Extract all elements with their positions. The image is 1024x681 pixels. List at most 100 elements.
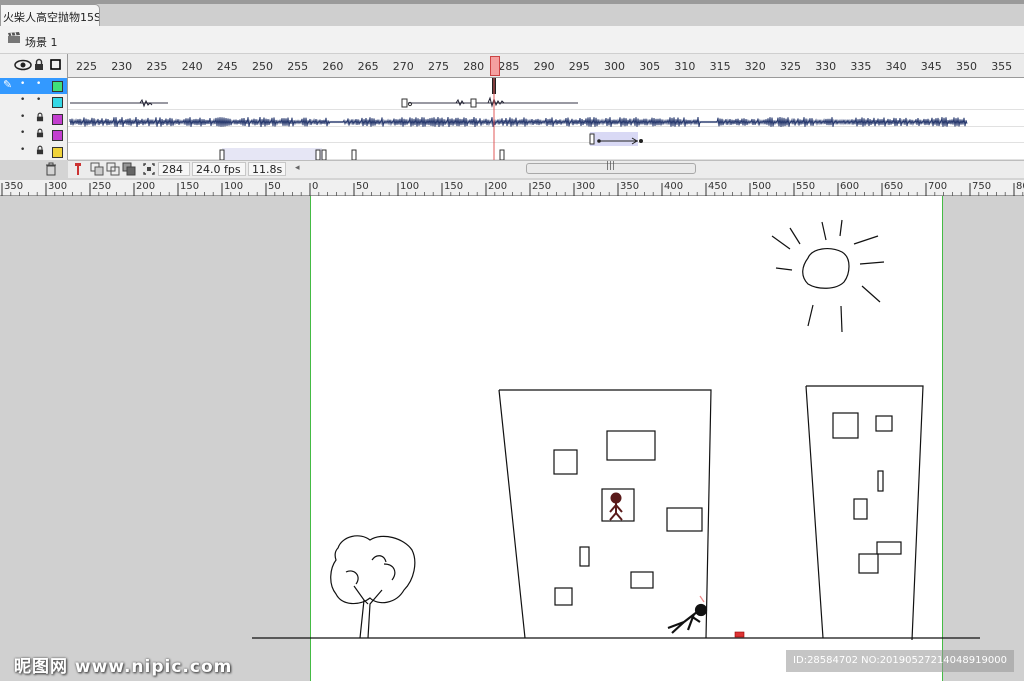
frame-number-label: 240 — [181, 60, 203, 73]
fallen-stickman — [667, 603, 708, 634]
layer-header[interactable]: • — [0, 110, 68, 127]
layer-header[interactable]: • • ✎ — [0, 78, 68, 94]
layer-color-swatch[interactable] — [52, 81, 63, 92]
ruler-label: 100 — [224, 181, 244, 192]
frame-number-label: 335 — [850, 60, 872, 73]
ruler-label: 300 — [48, 181, 68, 192]
layer-header[interactable]: • — [0, 143, 68, 160]
tree-drawing — [330, 535, 416, 639]
ruler-label: 700 — [928, 181, 948, 192]
lock-icon[interactable] — [34, 58, 44, 71]
frame-number-label: 355 — [991, 60, 1013, 73]
layer-color-swatch[interactable] — [52, 113, 63, 125]
eye-icon[interactable] — [14, 59, 32, 71]
outline-icon[interactable] — [50, 59, 61, 70]
timeline-frames[interactable] — [68, 78, 1024, 160]
frame-number-label: 285 — [498, 60, 520, 73]
document-tab[interactable]: 火柴人高空抛物15S* — [0, 4, 100, 26]
frame-number-label: 245 — [216, 60, 238, 73]
frame-number-label: 345 — [920, 60, 942, 73]
frame-number-label: 330 — [815, 60, 837, 73]
scene-bar — [0, 26, 1024, 54]
layer-lock-icon[interactable] — [36, 112, 44, 125]
lock-dot-icon[interactable]: • — [36, 95, 41, 105]
watermark-id: ID:28584702 NO:20190527214048919000 — [786, 650, 1014, 672]
building-left — [498, 389, 712, 639]
edit-multiple-frames-icon[interactable] — [122, 162, 136, 176]
ruler-label: 750 — [972, 181, 992, 192]
visibility-dot-icon[interactable]: • — [20, 112, 25, 122]
scene-label[interactable]: 场景 1 — [25, 34, 58, 50]
visibility-dot-icon[interactable]: • — [20, 145, 25, 155]
building-right — [805, 385, 924, 641]
ruler-label: 250 — [92, 181, 112, 192]
frame-number-label: 310 — [674, 60, 696, 73]
ruler-label: 50 — [268, 181, 281, 192]
onion-skin-icon[interactable] — [90, 162, 104, 176]
frame-number-label: 265 — [357, 60, 379, 73]
frame-number-label: 275 — [428, 60, 449, 73]
current-frame-field[interactable]: 284 — [158, 162, 190, 176]
layer-header[interactable]: • • — [0, 94, 68, 111]
frame-number-label: 325 — [780, 60, 801, 73]
document-tab-bar — [0, 0, 1024, 26]
ruler-label: 550 — [796, 181, 816, 192]
pencil-icon: ✎ — [3, 78, 13, 91]
red-object — [734, 631, 745, 638]
frame-number-label: 260 — [322, 60, 344, 73]
frame-number-label: 340 — [885, 60, 907, 73]
layer-header[interactable]: • — [0, 127, 68, 144]
modify-markers-icon[interactable] — [142, 162, 156, 176]
ruler-label: 50 — [356, 181, 369, 192]
center-frame-icon[interactable] — [72, 162, 84, 176]
visibility-dot-icon[interactable]: • — [20, 79, 25, 89]
ruler-label: 600 — [840, 181, 860, 192]
clapperboard-icon[interactable] — [7, 32, 21, 44]
frame-number-label: 315 — [709, 60, 731, 73]
frame-number-label: 255 — [287, 60, 309, 73]
layer-color-swatch[interactable] — [52, 130, 63, 142]
ruler-label: 100 — [400, 181, 420, 192]
layer-lock-icon[interactable] — [36, 128, 44, 141]
layer-lock-icon[interactable] — [36, 145, 44, 158]
ruler-label: 300 — [576, 181, 596, 192]
ruler-label: 150 — [444, 181, 464, 192]
frame-number-label: 305 — [639, 60, 661, 73]
layer-color-swatch[interactable] — [52, 146, 63, 158]
visibility-dot-icon[interactable]: • — [20, 128, 25, 138]
ruler-label: 200 — [136, 181, 156, 192]
playhead-marker[interactable] — [490, 56, 500, 76]
stickman-in-window — [609, 492, 623, 521]
impact-mark — [699, 595, 705, 603]
lock-dot-icon[interactable]: • — [36, 79, 41, 89]
ruler-label: 500 — [752, 181, 772, 192]
frame-number-label: 235 — [146, 60, 168, 73]
ruler-label: 650 — [884, 181, 904, 192]
onion-skin-outline-icon[interactable] — [106, 162, 120, 176]
sun-drawing — [771, 219, 885, 333]
ruler-label: 450 — [708, 181, 728, 192]
scroll-left-arrow-icon[interactable]: ◂ — [295, 163, 300, 173]
ruler-label: 0 — [312, 181, 319, 192]
ruler-label: 250 — [532, 181, 552, 192]
frame-number-label: 295 — [568, 60, 590, 73]
layer-color-swatch[interactable] — [52, 97, 63, 109]
ruler-label: 80 — [1016, 181, 1024, 192]
frame-number-label: 270 — [392, 60, 414, 73]
ruler-label: 350 — [4, 181, 24, 192]
frame-number-label: 250 — [252, 60, 273, 73]
grip-icon: ||| — [606, 161, 616, 171]
stage-artwork[interactable] — [0, 196, 1024, 681]
trash-icon[interactable] — [44, 162, 58, 176]
frame-number-label: 350 — [956, 60, 977, 73]
frame-rate-field[interactable]: 24.0 fps — [192, 162, 246, 176]
ruler-label: 350 — [620, 181, 640, 192]
ruler-label: 150 — [180, 181, 200, 192]
frame-number-label: 320 — [744, 60, 766, 73]
watermark-logo: 昵图网 www.nipic.com — [14, 657, 233, 677]
ruler-label: 400 — [664, 181, 684, 192]
frame-number-label: 230 — [111, 60, 133, 73]
visibility-dot-icon[interactable]: • — [20, 95, 25, 105]
frame-number-label: 225 — [76, 60, 97, 73]
elapsed-time-field: 11.8s — [248, 162, 286, 176]
